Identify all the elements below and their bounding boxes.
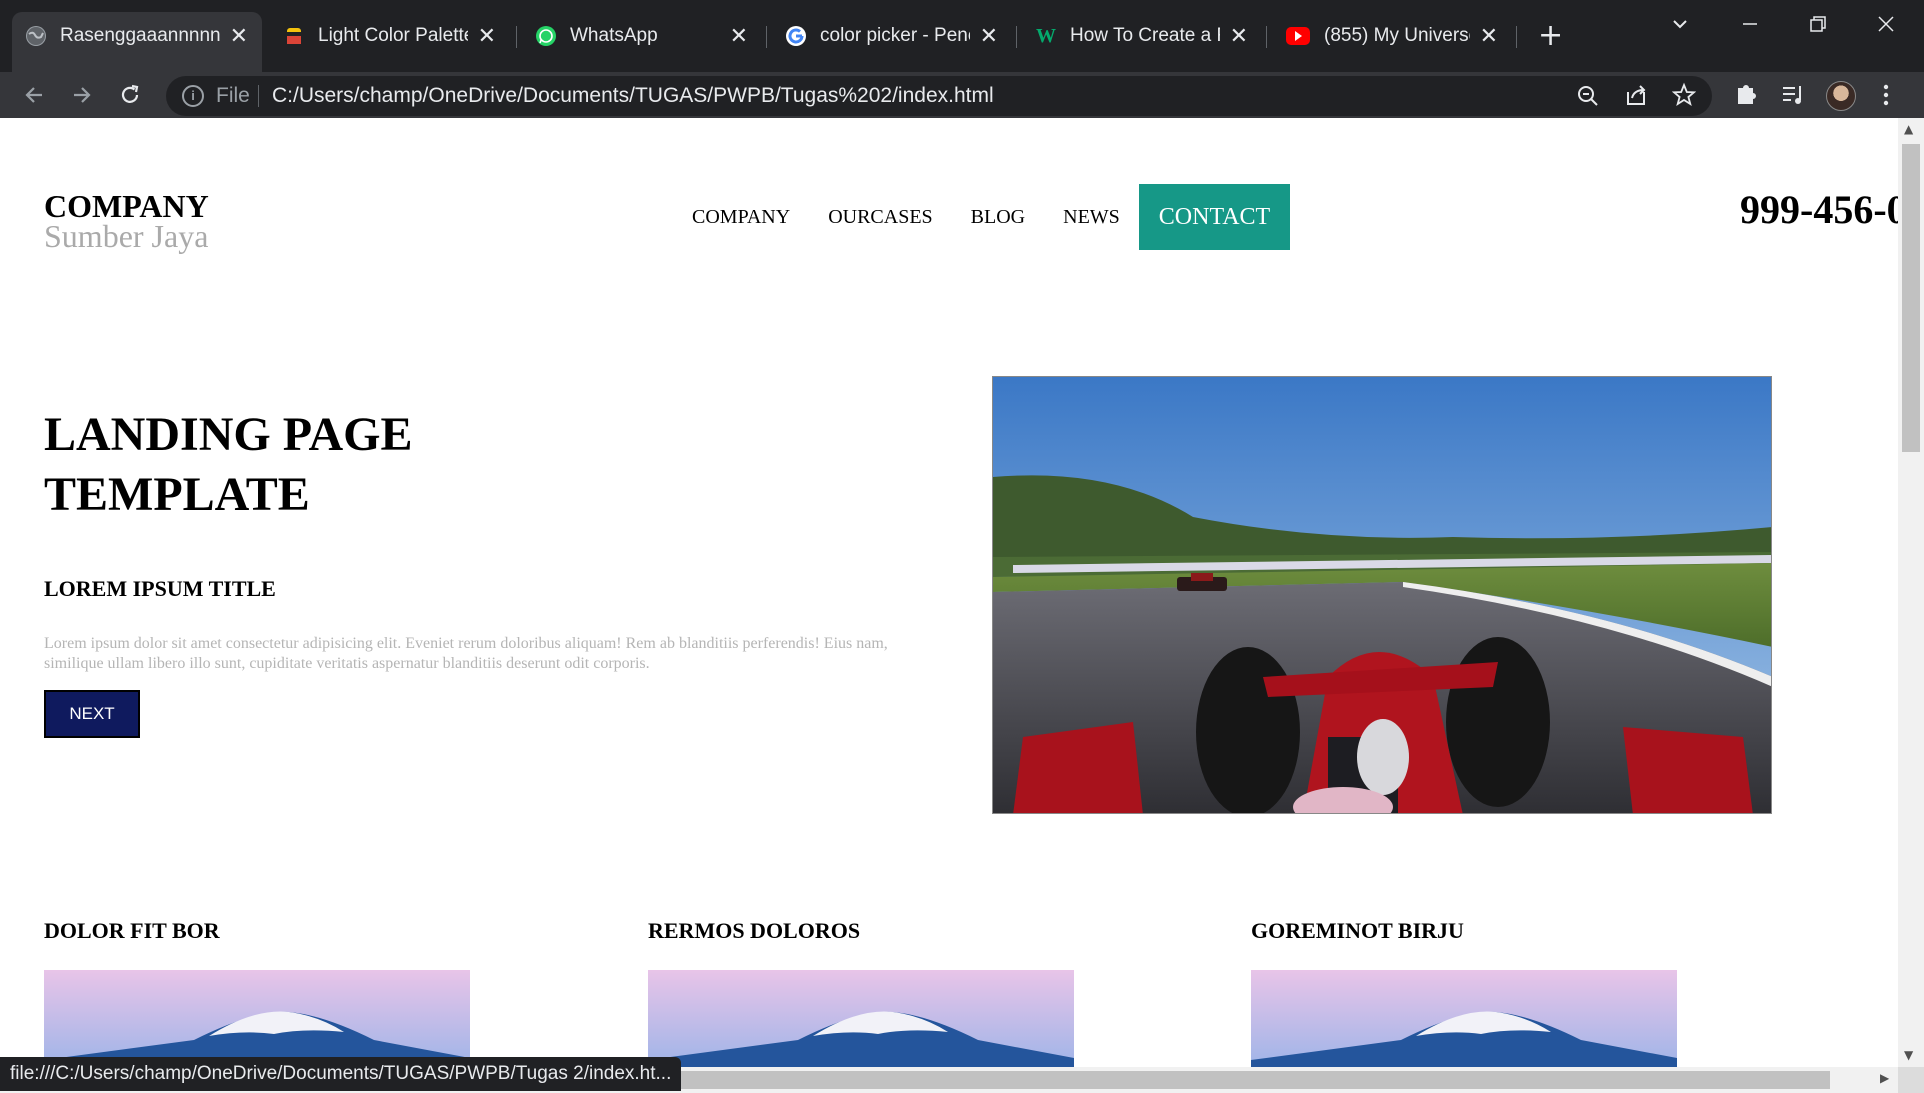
card-title-rermos-doloros: RERMOS DOLOROS [648, 918, 861, 943]
site-info-icon[interactable]: i [182, 85, 204, 107]
card-title-dolor-fit-bor: DOLOR FIT BOR [44, 918, 220, 943]
restore-icon[interactable] [1808, 14, 1828, 39]
close-icon[interactable]: ✕ [478, 23, 496, 49]
close-icon[interactable]: ✕ [1480, 23, 1498, 49]
globe-icon [26, 26, 46, 46]
profile-avatar[interactable] [1826, 81, 1856, 111]
browser-toolbar: i File C:/Users/champ/OneDrive/Documents… [0, 72, 1924, 118]
hero-title: LANDING PAGE TEMPLATE [44, 408, 413, 521]
scroll-up-arrow-icon[interactable]: ▲ [1904, 122, 1913, 136]
nav-company[interactable]: COMPANY [692, 206, 790, 229]
scroll-down-arrow-icon[interactable]: ▼ [1904, 1048, 1913, 1062]
browser-chrome: Rasenggaaannnnnn ✕ Light Color Palettes … [0, 0, 1924, 118]
tab-separator [1516, 26, 1517, 48]
phone-number: 999-456-0 [1740, 187, 1898, 232]
tab-title: Rasenggaaannnnnn [60, 25, 220, 46]
nav-blog[interactable]: BLOG [971, 206, 1025, 229]
tab-title: (855) My Universe - [1324, 25, 1470, 46]
tab-strip: Rasenggaaannnnnn ✕ Light Color Palettes … [0, 0, 1924, 72]
card-image-mountain [44, 970, 470, 1067]
minimize-icon[interactable] [1740, 14, 1760, 39]
vertical-scroll-thumb[interactable] [1902, 144, 1920, 452]
nav-ourcases[interactable]: OURCASES [828, 206, 932, 229]
url-text[interactable]: C:/Users/champ/OneDrive/Documents/TUGAS/… [272, 76, 994, 116]
main-nav: COMPANY OURCASES BLOG NEWS CONTACT [692, 184, 1291, 250]
tab-separator [516, 26, 517, 48]
tab-youtube[interactable]: (855) My Universe - ✕ [1272, 12, 1512, 60]
scrollbar-corner [1898, 1067, 1924, 1093]
tab-color-picker[interactable]: color picker - Penel ✕ [772, 12, 1012, 60]
close-icon[interactable]: ✕ [1230, 23, 1248, 49]
omnibox-divider [258, 85, 259, 107]
close-window-icon[interactable] [1876, 14, 1896, 39]
card-title-goreminot-birju: GOREMINOT BIRJU [1251, 918, 1464, 943]
tab-how-to-create[interactable]: W How To Create a Fix ✕ [1022, 12, 1262, 60]
nav-contact-button[interactable]: CONTACT [1138, 184, 1291, 250]
whatsapp-icon [536, 26, 556, 46]
youtube-icon [1286, 27, 1310, 45]
tab-title: color picker - Penel [820, 25, 970, 46]
next-button[interactable]: NEXT [44, 690, 140, 738]
google-icon [786, 26, 806, 46]
hero-subtitle: LOREM IPSUM TITLE [44, 576, 276, 601]
scheme-label: File [216, 84, 250, 107]
w3schools-icon: W [1036, 24, 1056, 47]
hero-race-car-image [992, 376, 1772, 814]
tab-whatsapp[interactable]: WhatsApp ✕ [522, 12, 762, 60]
scroll-right-arrow-icon[interactable]: ▶ [1880, 1071, 1889, 1085]
card-image-mountain [648, 970, 1074, 1067]
close-icon[interactable]: ✕ [230, 23, 248, 49]
tab-title: Light Color Palettes [318, 25, 468, 46]
new-tab-button[interactable]: + [1538, 18, 1563, 53]
status-bubble: file:///C:/Users/champ/OneDrive/Document… [0, 1057, 682, 1091]
tab-title: How To Create a Fix [1070, 25, 1220, 46]
page-viewport: COMPANY Sumber Jaya COMPANY OURCASES BLO… [0, 118, 1898, 1067]
card-image-mountain [1251, 970, 1677, 1067]
vertical-scrollbar[interactable]: ▲ ▼ [1898, 118, 1924, 1067]
tab-separator [1266, 26, 1267, 48]
palette-favicon-icon [284, 26, 304, 46]
tab-search-chevron-icon[interactable] [1670, 14, 1690, 39]
tab-title: WhatsApp [570, 25, 658, 46]
tab-rasengan[interactable]: Rasenggaaannnnnn ✕ [12, 12, 262, 72]
nav-news[interactable]: NEWS [1063, 206, 1120, 229]
tab-light-color-palettes[interactable]: Light Color Palettes ✕ [270, 12, 510, 60]
hero-body-text: Lorem ipsum dolor sit amet consectetur a… [44, 635, 888, 672]
tab-separator [1016, 26, 1017, 48]
tab-separator [766, 26, 767, 48]
logo-subtitle: Sumber Jaya [44, 218, 209, 254]
close-icon[interactable]: ✕ [980, 23, 998, 49]
address-bar[interactable]: i File C:/Users/champ/OneDrive/Documents… [166, 76, 1712, 116]
close-icon[interactable]: ✕ [730, 23, 748, 49]
